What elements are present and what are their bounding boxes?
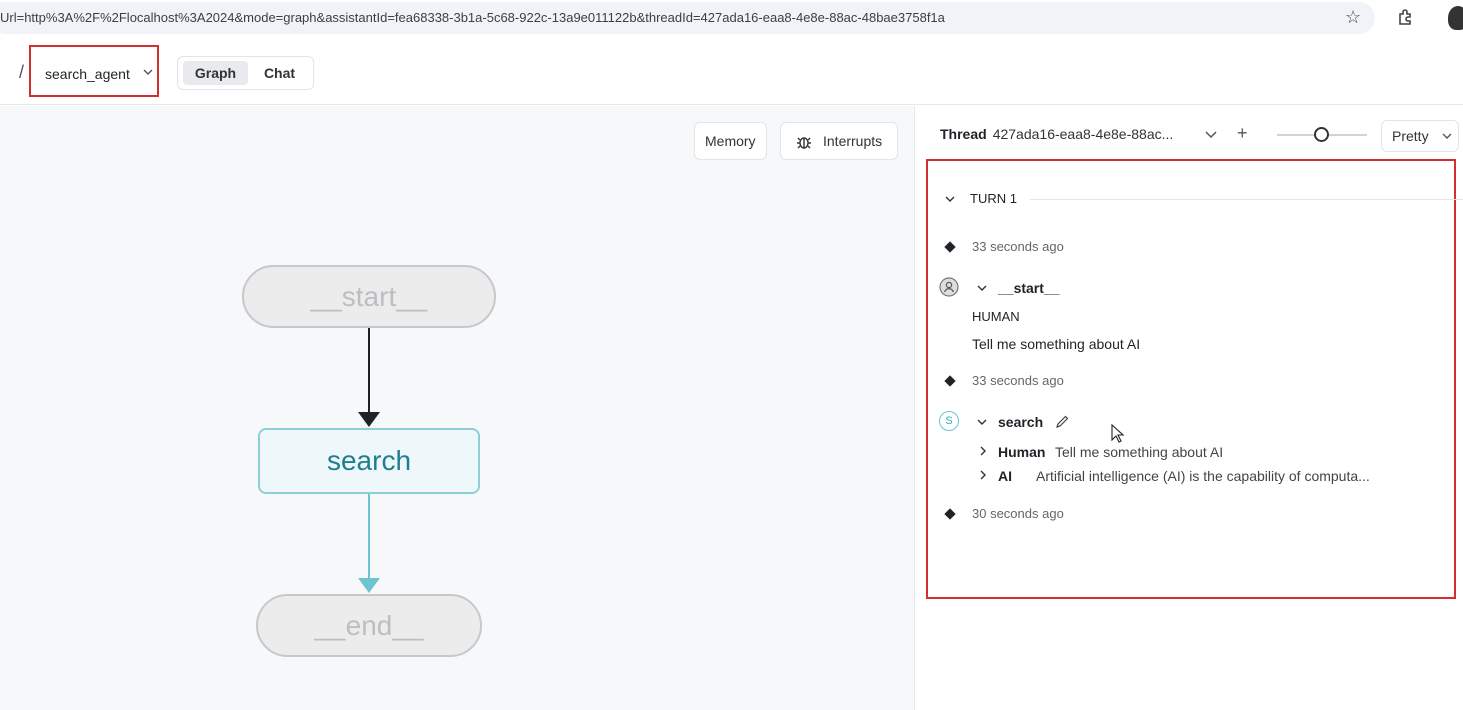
message-role-human: HUMAN [972, 309, 1020, 324]
url-text[interactable]: Url=http%3A%2F%2Flocalhost%3A2024&mode=g… [0, 10, 945, 25]
thread-chevron-down-icon[interactable] [1205, 130, 1217, 140]
chevron-right-icon[interactable] [979, 446, 987, 456]
human-message-text: Tell me something about AI [972, 336, 1141, 352]
turn-collapse-chevron-icon[interactable] [945, 195, 955, 203]
event-node-start[interactable]: __start__ [998, 280, 1060, 296]
user-avatar-icon [939, 277, 959, 297]
bookmark-star-icon[interactable]: ☆ [1345, 7, 1361, 28]
new-thread-plus-icon[interactable]: + [1237, 123, 1248, 144]
turn-divider [1030, 199, 1463, 200]
tab-chat[interactable]: Chat [251, 61, 308, 85]
mouse-cursor-icon [1111, 424, 1125, 443]
tab-graph[interactable]: Graph [183, 61, 248, 85]
turn-label: TURN 1 [970, 191, 1017, 206]
thread-label: Thread [940, 126, 987, 142]
node-end[interactable]: __end__ [256, 594, 482, 657]
checkpoint-time: 33 seconds ago [972, 239, 1064, 254]
thread-id[interactable]: 427ada16-eaa8-4e8e-88ac... [993, 126, 1174, 142]
message-role-label: Human [998, 444, 1046, 460]
chevron-right-icon[interactable] [979, 470, 987, 480]
view-mode-select[interactable]: Pretty [1381, 120, 1459, 152]
chevron-down-icon [143, 69, 153, 75]
extensions-icon[interactable] [1396, 8, 1414, 26]
arrow-head-start-search [358, 412, 380, 427]
profile-avatar[interactable] [1448, 6, 1463, 30]
node-search[interactable]: search [258, 428, 480, 494]
history-slider-thumb[interactable] [1314, 127, 1329, 142]
checkpoint-time: 30 seconds ago [972, 506, 1064, 521]
app-header: / search_agent Graph Chat [0, 40, 1463, 105]
node-collapse-chevron-icon[interactable] [977, 284, 987, 292]
agent-selector[interactable]: search_agent [29, 45, 159, 97]
message-preview[interactable]: Artificial intelligence (AI) is the capa… [1036, 468, 1370, 484]
thread-panel: Thread 427ada16-eaa8-4e8e-88ac... + Prett… [914, 106, 1463, 710]
view-mode-value: Pretty [1392, 128, 1429, 144]
thread-header: Thread 427ada16-eaa8-4e8e-88ac... [940, 126, 1173, 142]
breadcrumb-separator: / [19, 62, 25, 82]
agent-name: search_agent [45, 66, 130, 82]
mode-toggle: Graph Chat [177, 56, 314, 90]
chevron-down-icon [1442, 133, 1452, 139]
pencil-edit-icon[interactable] [1055, 414, 1070, 429]
node-collapse-chevron-icon[interactable] [977, 418, 987, 426]
graph-canvas[interactable]: Memory Interrupts __start__ search __end… [0, 106, 914, 710]
arrow-head-search-end [358, 578, 380, 593]
message-preview[interactable]: Tell me something about AI [1055, 444, 1223, 460]
node-start[interactable]: __start__ [242, 265, 496, 328]
checkpoint-time: 33 seconds ago [972, 373, 1064, 388]
message-role-label: AI [998, 468, 1012, 484]
search-node-avatar: S [939, 411, 959, 431]
event-node-search[interactable]: search [998, 414, 1043, 430]
browser-address-bar: Url=http%3A%2F%2Flocalhost%3A2024&mode=g… [0, 0, 1463, 38]
